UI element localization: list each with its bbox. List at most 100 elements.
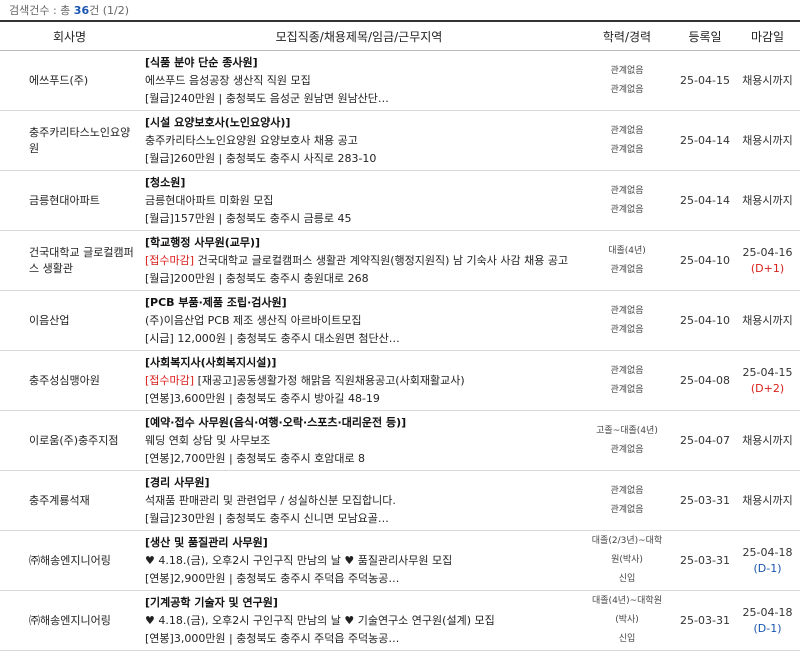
- header-reg-date: 등록일: [688, 29, 722, 44]
- reg-date: 25-04-14: [680, 194, 730, 207]
- job-subject-text[interactable]: 웨딩 연회 상담 및 사무보조: [145, 434, 270, 447]
- deadline: 채용시까지: [735, 291, 800, 351]
- job-category[interactable]: [생산 및 품질관리 사무원]: [145, 534, 579, 552]
- job-subject-text[interactable]: 금릉현대아파트 미화원 모집: [145, 194, 273, 207]
- company-name-link[interactable]: ㈜해송엔지니어링: [29, 554, 111, 567]
- header-deadline: 마감일: [750, 29, 785, 44]
- job-wage-location: [시급] 12,000원 | 충청북도 충주시 대소원면 첨단산…: [145, 331, 400, 345]
- company-name-link[interactable]: 충주계룡석재: [29, 494, 90, 507]
- deadline: 채용시까지: [735, 111, 800, 171]
- job-category[interactable]: [예약·접수 사무원(음식·여행·오락·스포츠·대리운전 등)]: [145, 414, 579, 432]
- reg-date: 25-04-10: [680, 314, 730, 327]
- job-subject-text[interactable]: ♥ 4.18.(금), 오후2시 구인구직 만남의 날 ♥ 품질관리사무원 모집: [145, 554, 452, 567]
- company-name-link[interactable]: ㈜해송엔지니어링: [29, 614, 111, 627]
- dday-badge: (D+1): [750, 261, 785, 275]
- job-subject[interactable]: ♥ 4.18.(금), 오후2시 구인구직 만남의 날 ♥ 품질관리사무원 모집: [145, 552, 579, 570]
- edu-career: 관계없음 관계없음: [579, 51, 675, 111]
- company-name-link[interactable]: 충주카리타스노인요양원: [29, 126, 130, 155]
- job-subject-text[interactable]: 석재품 판매관리 및 관련업무 / 성실하신분 모집합니다.: [145, 494, 396, 507]
- reg-date: 25-03-31: [680, 614, 730, 627]
- job-subject-text[interactable]: [재공고]공동생활가정 해맑음 직원채용공고(사회재활교사): [194, 374, 465, 387]
- company-name-link[interactable]: 충주성심맹아원: [29, 374, 100, 387]
- job-subject[interactable]: [접수마감] 건국대학교 글로컬캠퍼스 생활관 계약직원(행정지원직) 남 기숙…: [145, 252, 579, 270]
- company-name[interactable]: 에쓰푸드(주): [0, 51, 139, 111]
- deadline: 채용시까지: [735, 471, 800, 531]
- job-category[interactable]: [기계공학 기술자 및 연구원]: [145, 594, 579, 612]
- job-subject[interactable]: 에쓰푸드 음성공장 생산직 직원 모집: [145, 72, 579, 90]
- job-cell: [경리 사무원] 석재품 판매관리 및 관련업무 / 성실하신분 모집합니다. [월…: [139, 471, 579, 531]
- edu-career: 관계없음 관계없음: [579, 171, 675, 231]
- header-job: 모집직종/채용제목/임금/근무지역: [275, 29, 443, 44]
- reg-date: 25-04-10: [680, 254, 730, 267]
- deadline: 채용시까지: [735, 51, 800, 111]
- edu-line: 고졸~대졸(4년): [596, 425, 658, 436]
- edu-career: 관계없음 관계없음: [579, 291, 675, 351]
- job-cell: [예약·접수 사무원(음식·여행·오락·스포츠·대리운전 등)] 웨딩 연회 상담…: [139, 411, 579, 471]
- job-subject-text[interactable]: (주)이음산업 PCB 제조 생산직 아르바이트모집: [145, 314, 361, 327]
- company-name-link[interactable]: 에쓰푸드(주): [29, 74, 88, 87]
- edu-career: 고졸~대졸(4년) 관계없음: [579, 411, 675, 471]
- job-subject[interactable]: (주)이음산업 PCB 제조 생산직 아르바이트모집: [145, 312, 579, 330]
- job-category[interactable]: [식품 분야 단순 종사원]: [145, 54, 579, 72]
- table-row: 이음산업 [PCB 부품·제품 조립·검사원] (주)이음산업 PCB 제조 생산직…: [0, 291, 800, 351]
- header-edu: 학력/경력: [602, 29, 652, 44]
- deadline: 25-04-18 (D-1): [735, 531, 800, 591]
- job-subject[interactable]: 금릉현대아파트 미화원 모집: [145, 192, 579, 210]
- job-category[interactable]: [청소원]: [145, 174, 579, 192]
- company-name-link[interactable]: 이로움(주)충주지점: [29, 434, 119, 447]
- table-row: 금릉현대아파트 [청소원] 금릉현대아파트 미화원 모집 [월급]157만원 | 충청…: [0, 171, 800, 231]
- job-category[interactable]: [학교행정 사무원(교무)]: [145, 234, 579, 252]
- reg-date: 25-03-31: [680, 554, 730, 567]
- job-category[interactable]: [PCB 부품·제품 조립·검사원]: [145, 294, 579, 312]
- company-name[interactable]: 이음산업: [0, 291, 139, 351]
- search-result-count: 검색건수 : 총 36건 (1/2): [0, 0, 800, 20]
- job-subject[interactable]: [접수마감] [재공고]공동생활가정 해맑음 직원채용공고(사회재활교사): [145, 372, 579, 390]
- job-subject[interactable]: 석재품 판매관리 및 관련업무 / 성실하신분 모집합니다.: [145, 492, 579, 510]
- job-category[interactable]: [시설 요양보호사(노인요양사)]: [145, 114, 579, 132]
- deadline-text: 25-04-16: [742, 245, 793, 259]
- company-name-link[interactable]: 건국대학교 글로컬캠퍼스 생활관: [29, 246, 134, 275]
- edu-career: 관계없음 관계없음: [579, 471, 675, 531]
- company-name[interactable]: 충주카리타스노인요양원: [0, 111, 139, 171]
- job-wage-location: [연봉]3,000만원 | 충청북도 충주시 주덕읍 주덕농공…: [145, 631, 400, 645]
- edu-line: (박사): [615, 615, 639, 625]
- deadline-text: 채용시까지: [742, 493, 793, 507]
- table-row: 충주카리타스노인요양원 [시설 요양보호사(노인요양사)] 충주카리타스노인요양원 …: [0, 111, 800, 171]
- edu-line: 관계없음: [610, 485, 644, 496]
- job-cell: [학교행정 사무원(교무)] [접수마감] 건국대학교 글로컬캠퍼스 생활관 계약…: [139, 231, 579, 291]
- company-name[interactable]: ㈜해송엔지니어링: [0, 591, 139, 651]
- deadline-text: 채용시까지: [742, 433, 793, 447]
- deadline-text: 25-04-18: [742, 605, 793, 619]
- job-subject[interactable]: 충주카리타스노인요양원 요양보호사 채용 공고: [145, 132, 579, 150]
- edu-line: 관계없음: [610, 305, 644, 316]
- company-name-link[interactable]: 금릉현대아파트: [29, 194, 100, 207]
- job-subject-text[interactable]: ♥ 4.18.(금), 오후2시 구인구직 만남의 날 ♥ 기술연구소 연구원(…: [145, 614, 495, 627]
- reg-date: 25-04-14: [680, 134, 730, 147]
- job-listing-table: 회사명 모집직종/채용제목/임금/근무지역 학력/경력 등록일 마감일 에쓰푸드…: [0, 20, 800, 651]
- reg-date: 25-04-07: [680, 434, 730, 447]
- table-row: ㈜해송엔지니어링 [생산 및 품질관리 사무원] ♥ 4.18.(금), 오후2시 …: [0, 531, 800, 591]
- company-name[interactable]: ㈜해송엔지니어링: [0, 531, 139, 591]
- dday-badge: (D-1): [753, 621, 782, 635]
- job-subject[interactable]: ♥ 4.18.(금), 오후2시 구인구직 만남의 날 ♥ 기술연구소 연구원(…: [145, 612, 579, 630]
- closing-tag: [접수마감]: [145, 253, 195, 267]
- job-subject-text[interactable]: 에쓰푸드 음성공장 생산직 직원 모집: [145, 74, 311, 87]
- company-name[interactable]: 충주계룡석재: [0, 471, 139, 531]
- company-name[interactable]: 금릉현대아파트: [0, 171, 139, 231]
- company-name[interactable]: 이로움(주)충주지점: [0, 411, 139, 471]
- deadline-text: 채용시까지: [742, 133, 793, 147]
- company-name[interactable]: 건국대학교 글로컬캠퍼스 생활관: [0, 231, 139, 291]
- job-category[interactable]: [경리 사무원]: [145, 474, 579, 492]
- reg-date: 25-03-31: [680, 494, 730, 507]
- job-subject-text[interactable]: 충주카리타스노인요양원 요양보호사 채용 공고: [145, 134, 358, 147]
- job-subject[interactable]: 웨딩 연회 상담 및 사무보조: [145, 432, 579, 450]
- count-prefix: 검색건수 : 총: [9, 4, 74, 17]
- edu-line: 관계없음: [610, 264, 644, 275]
- job-subject-text[interactable]: 건국대학교 글로컬캠퍼스 생활관 계약직원(행정지원직) 남 기숙사 사감 채용…: [194, 254, 569, 267]
- dday-badge: (D-1): [753, 561, 782, 575]
- job-category[interactable]: [사회복지사(사회복지시설)]: [145, 354, 579, 372]
- company-name-link[interactable]: 이음산업: [29, 314, 69, 327]
- company-name[interactable]: 충주성심맹아원: [0, 351, 139, 411]
- deadline-text: 25-04-15: [742, 365, 793, 379]
- edu-line: 관계없음: [610, 144, 644, 155]
